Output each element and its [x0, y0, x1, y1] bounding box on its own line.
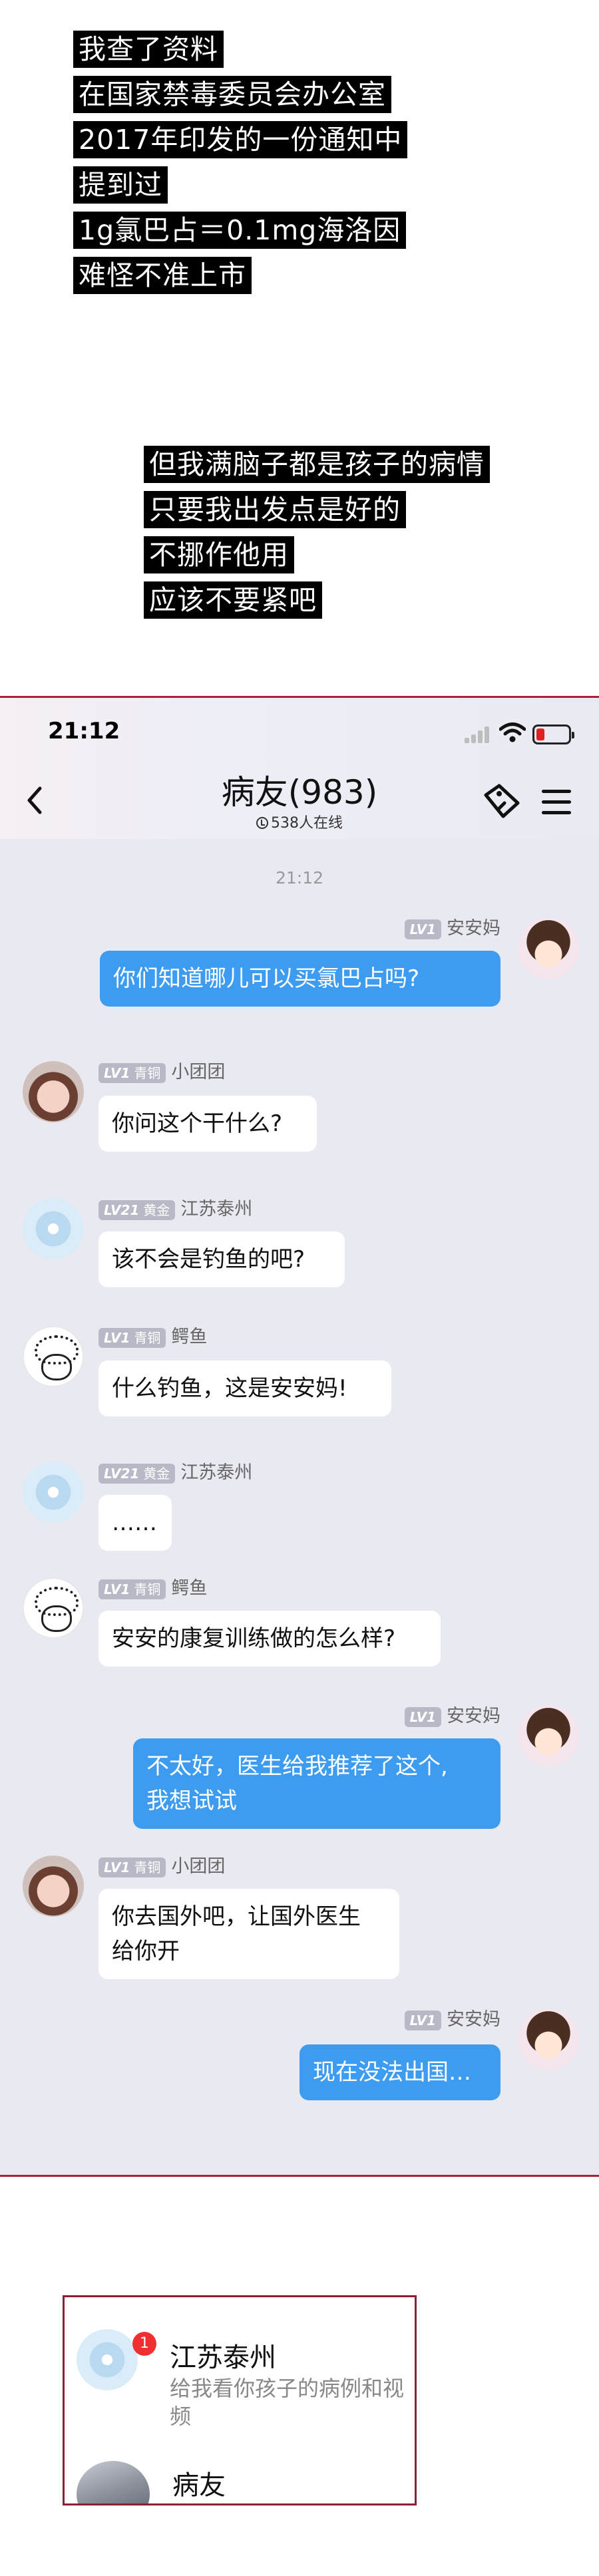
- avatar[interactable]: [23, 1577, 84, 1639]
- avatar: [77, 2461, 150, 2503]
- caption-line: 难怪不准上市: [73, 257, 252, 294]
- avatar[interactable]: [518, 1705, 579, 1766]
- notification-title: 江苏泰州: [170, 2342, 276, 2373]
- sender-meta: LV1 安安妈: [266, 2009, 500, 2031]
- message-timestamp: 21:12: [275, 868, 324, 887]
- sender-name: 江苏泰州: [180, 1462, 253, 1483]
- sender-name: 小团团: [171, 1062, 226, 1082]
- avatar[interactable]: [23, 1462, 84, 1523]
- message-line: 我想试试: [146, 1788, 237, 1814]
- caption-line: 2017年印发的一份通知中: [73, 121, 408, 158]
- wifi-icon: [499, 723, 526, 742]
- caption-line: 提到过: [73, 166, 168, 204]
- sender-name: 鳄鱼: [171, 1578, 208, 1599]
- message-line: 你去国外吧，让国外医生: [112, 1903, 361, 1930]
- message-bubble[interactable]: 你去国外吧，让国外医生 给你开: [99, 1889, 399, 1979]
- caption-line: 在国家禁毒委员会办公室: [73, 76, 391, 113]
- chat-screenshot: 21:12 病友(983) 538人在线 21:12 LV1 安安妈 你们知道哪儿…: [0, 696, 599, 2177]
- member-count: (983): [288, 773, 378, 812]
- sender-name: 江苏泰州: [180, 1199, 253, 1219]
- notification-preview: 给我看你孩子的病例和视频: [170, 2376, 405, 2429]
- notification-title: 病友: [172, 2470, 226, 2501]
- avatar[interactable]: [23, 1326, 84, 1387]
- sender-meta: LV21 黄金 江苏泰州: [99, 1198, 252, 1221]
- sender-meta: LV21 黄金 江苏泰州: [99, 1462, 252, 1484]
- online-count: 538人在线: [271, 815, 343, 832]
- message-bubble[interactable]: 你们知道哪儿可以买氯巴占吗?: [100, 951, 500, 1007]
- message-bubble[interactable]: 该不会是钓鱼的吧?: [99, 1231, 345, 1287]
- level-badge: LV1: [404, 919, 441, 939]
- sender-meta: LV1 青铜 鳄鱼: [99, 1326, 207, 1349]
- caption-line: 不挪作他用: [144, 536, 294, 573]
- caption-line: 只要我出发点是好的: [144, 491, 406, 528]
- menu-icon[interactable]: [542, 790, 571, 815]
- sender-meta: LV1 青铜 小团团: [99, 1061, 225, 1084]
- level-badge: LV21 黄金: [99, 1200, 176, 1220]
- sender-meta: LV1 青铜 鳄鱼: [99, 1577, 207, 1600]
- sender-name: 鳄鱼: [171, 1327, 208, 1347]
- tag-icon[interactable]: [482, 783, 522, 819]
- message-bubble[interactable]: 你问这个干什么?: [99, 1096, 317, 1152]
- sender-name: 小团团: [171, 1856, 226, 1877]
- message-bubble[interactable]: 现在没法出国…: [300, 2044, 500, 2100]
- avatar[interactable]: [23, 1198, 84, 1259]
- avatar[interactable]: [23, 1855, 84, 1917]
- sender-meta: LV1 安安妈: [266, 917, 500, 940]
- online-check-icon: [256, 817, 268, 829]
- level-badge: LV1 青铜: [99, 1579, 166, 1599]
- caption-line: 但我满脑子都是孩子的病情: [144, 446, 490, 483]
- level-badge: LV1: [404, 2010, 441, 2030]
- message-line: 不太好，医生给我推荐了这个,: [146, 1753, 448, 1780]
- group-name: 病友: [221, 773, 288, 812]
- message-bubble[interactable]: 什么钓鱼，这是安安妈!: [99, 1361, 391, 1416]
- unread-badge: 1: [132, 2332, 156, 2356]
- message-line: 给你开: [112, 1938, 180, 1965]
- battery-icon: [532, 724, 574, 744]
- status-time: 21:12: [48, 718, 120, 744]
- signal-icon: [465, 726, 491, 743]
- level-badge: LV1 青铜: [99, 1062, 166, 1083]
- message-bubble[interactable]: 安安的康复训练做的怎么样?: [99, 1611, 441, 1667]
- notification-list: 1 江苏泰州 给我看你孩子的病例和视频 病友: [63, 2295, 417, 2505]
- caption-line: 应该不要紧吧: [144, 581, 322, 619]
- avatar[interactable]: [518, 2009, 579, 2070]
- level-badge: LV21 黄金: [99, 1463, 176, 1484]
- avatar[interactable]: [518, 917, 579, 979]
- caption-line: 1g氯巴占＝0.1mg海洛因: [73, 212, 407, 249]
- message-bubble[interactable]: ……: [99, 1495, 172, 1551]
- sender-meta: LV1 安安妈: [266, 1705, 500, 1728]
- level-badge: LV1: [404, 1706, 441, 1727]
- message-bubble[interactable]: 不太好，医生给我推荐了这个, 我想试试: [133, 1738, 500, 1829]
- sender-name: 安安妈: [447, 2009, 500, 2030]
- sender-name: 安安妈: [447, 1706, 500, 1726]
- level-badge: LV1 青铜: [99, 1857, 166, 1877]
- sender-meta: LV1 青铜 小团团: [99, 1855, 225, 1878]
- avatar: [77, 2329, 138, 2390]
- avatar[interactable]: [23, 1061, 84, 1122]
- sender-name: 安安妈: [447, 918, 500, 939]
- caption-line: 我查了资料: [73, 31, 224, 68]
- level-badge: LV1 青铜: [99, 1327, 166, 1348]
